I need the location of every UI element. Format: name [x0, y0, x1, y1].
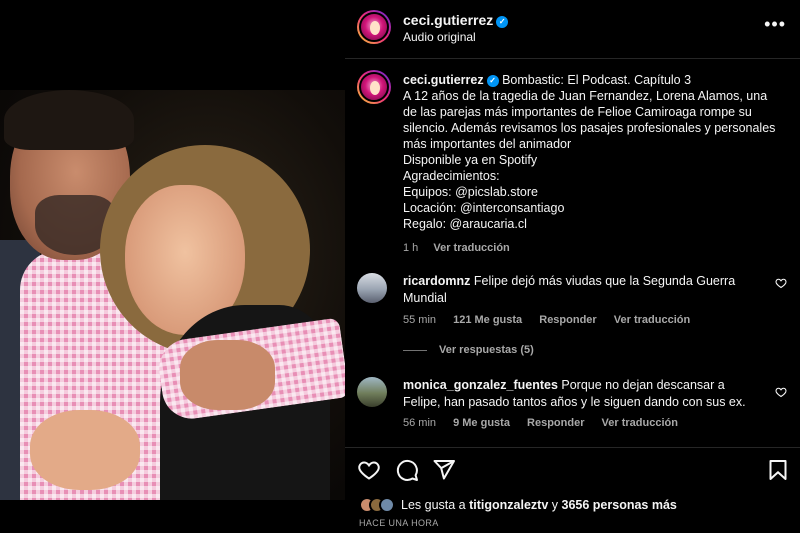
more-icon[interactable]: •••: [764, 14, 786, 35]
caption-time: 1 h: [403, 242, 419, 254]
comment-body: ricardomnz Felipe dejó más viudas que la…: [403, 273, 763, 307]
comment-meta: 56 min 9 Me gusta Responder Ver traducci…: [403, 417, 692, 429]
verified-icon: ✓: [486, 75, 499, 87]
audio-label[interactable]: Audio original: [403, 30, 476, 44]
comment-time: 56 min: [403, 417, 437, 429]
comment-avatar[interactable]: [357, 273, 387, 303]
caption-translate-link[interactable]: Ver traducción: [433, 242, 509, 254]
likes-count[interactable]: 3656 personas más: [562, 498, 677, 512]
likes-user[interactable]: titigonzaleztv: [469, 498, 548, 512]
photo-man-hair: [4, 90, 134, 150]
comment-username[interactable]: monica_gonzalez_fuentes: [403, 378, 558, 392]
comment-meta: 55 min 121 Me gusta Responder Ver traduc…: [403, 314, 704, 326]
comment-translate-link[interactable]: Ver traducción: [602, 417, 678, 429]
comment-likes[interactable]: 9 Me gusta: [453, 417, 510, 429]
replies-dash: [403, 349, 427, 351]
comment-icon[interactable]: [395, 458, 421, 484]
caption-line: Agradecimientos:: [403, 169, 500, 183]
comment-reply-button[interactable]: Responder: [539, 314, 596, 326]
header-username[interactable]: ceci.gutierrez: [403, 12, 493, 28]
view-replies-button[interactable]: Ver respuestas (5): [403, 344, 534, 356]
photo-hand: [180, 340, 275, 410]
comment-likes[interactable]: 121 Me gusta: [453, 314, 522, 326]
heart-icon[interactable]: [357, 458, 383, 484]
caption-meta: 1 h Ver traducción: [403, 240, 783, 256]
comment-username[interactable]: ricardomnz: [403, 274, 470, 288]
action-bar: [345, 456, 800, 486]
caption-line: Disponible ya en Spotify: [403, 153, 538, 167]
comment-reply-button[interactable]: Responder: [527, 417, 584, 429]
caption-first-line: ceci.gutierrez ✓ Bombastic: El Podcast. C…: [403, 72, 783, 88]
post-time-ago: HACE UNA HORA: [359, 518, 439, 528]
likes-middle: y: [551, 498, 559, 512]
liker-avatar: [379, 497, 395, 513]
likes-text: Les gusta a titigonzaleztv y 3656 person…: [401, 498, 677, 512]
comment-like-icon[interactable]: [775, 386, 787, 398]
header-divider: [345, 58, 800, 59]
comment-item: monica_gonzalez_fuentes Porque no dejan …: [357, 377, 787, 437]
share-icon[interactable]: [432, 458, 458, 484]
caption-avatar-image: [359, 72, 389, 102]
photo-image: [0, 90, 345, 500]
actions-divider: [345, 447, 800, 448]
likes-prefix: Les gusta a: [401, 498, 466, 512]
author-avatar-image: [359, 12, 389, 42]
caption-line: Equipos: @picslab.store: [403, 185, 538, 199]
comment-like-icon[interactable]: [775, 277, 787, 289]
post-photo[interactable]: [0, 0, 345, 533]
verified-icon: ✓: [496, 16, 509, 28]
view-replies-label: Ver respuestas (5): [439, 344, 534, 356]
caption-line: Regalo: @araucaria.cl: [403, 217, 527, 231]
caption-avatar[interactable]: [357, 70, 391, 104]
caption: ceci.gutierrez ✓ Bombastic: El Podcast. C…: [403, 72, 783, 256]
caption-username[interactable]: ceci.gutierrez: [403, 73, 484, 87]
bookmark-icon[interactable]: [766, 458, 792, 484]
comment-avatar[interactable]: [357, 377, 387, 407]
comment-item: ricardomnz Felipe dejó más viudas que la…: [357, 273, 787, 335]
comment-time: 55 min: [403, 314, 437, 326]
caption-line: Bombastic: El Podcast. Capítulo 3: [502, 73, 692, 87]
caption-line: A 12 años de la tragedia de Juan Fernand…: [403, 89, 776, 151]
author-avatar[interactable]: [357, 10, 391, 44]
likes-summary[interactable]: Les gusta a titigonzaleztv y 3656 person…: [359, 497, 677, 513]
comment-translate-link[interactable]: Ver traducción: [614, 314, 690, 326]
post-side-panel: ceci.gutierrez ✓ Audio original ••• ceci.…: [345, 0, 800, 533]
photo-woman-hand: [30, 410, 140, 490]
header-username-row: ceci.gutierrez ✓: [403, 12, 509, 28]
caption-line: Locación: @interconsantiago: [403, 201, 565, 215]
comment-body: monica_gonzalez_fuentes Porque no dejan …: [403, 377, 763, 411]
